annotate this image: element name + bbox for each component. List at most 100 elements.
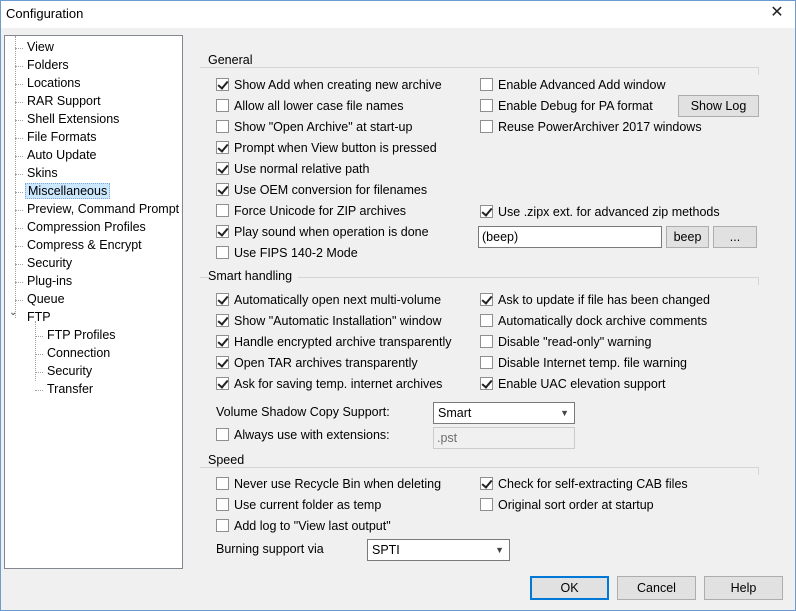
browse-sound-button[interactable]: ...	[713, 226, 757, 248]
checkbox-prompt-when-view-button-is-pressed[interactable]: Prompt when View button is pressed	[216, 140, 437, 157]
tree-item-view[interactable]: View	[25, 39, 56, 56]
tree-item-security[interactable]: Security	[45, 363, 94, 380]
checkbox-force-unicode-for-zip-archives[interactable]: Force Unicode for ZIP archives	[216, 203, 406, 220]
checkbox-box	[480, 78, 493, 91]
checkbox-box	[216, 428, 229, 441]
tree-item-queue[interactable]: Queue	[25, 291, 67, 308]
tree-item-miscellaneous[interactable]: Miscellaneous	[25, 183, 111, 200]
tree-item-locations[interactable]: Locations	[25, 75, 83, 92]
vss-dropdown[interactable]: Smart ▼	[433, 402, 575, 424]
checkbox-label: Original sort order at startup	[498, 498, 654, 512]
checkbox-box	[216, 78, 229, 91]
checkbox-use-current-folder-as-temp[interactable]: Use current folder as temp	[216, 497, 381, 514]
checkbox-automatically-dock-archive-comments[interactable]: Automatically dock archive comments	[480, 313, 707, 330]
checkbox-use-normal-relative-path[interactable]: Use normal relative path	[216, 161, 369, 178]
checkbox-label: Show "Open Archive" at start-up	[234, 120, 413, 134]
vss-value: Smart	[438, 406, 472, 420]
tree-item-shell-extensions[interactable]: Shell Extensions	[25, 111, 121, 128]
tree-item-file-formats[interactable]: File Formats	[25, 129, 98, 146]
checkbox-label: Ask to update if file has been changed	[498, 293, 710, 307]
tree-item-ftp-profiles[interactable]: FTP Profiles	[45, 327, 118, 344]
tree-item-security[interactable]: Security	[25, 255, 74, 272]
checkbox-box	[480, 477, 493, 490]
tree-item-transfer[interactable]: Transfer	[45, 381, 95, 398]
tree-item-auto-update[interactable]: Auto Update	[25, 147, 99, 164]
checkbox-ask-to-update-if-file-has-been-changed[interactable]: Ask to update if file has been changed	[480, 292, 710, 309]
tree-item-label: FTP Profiles	[47, 328, 116, 342]
tree-connector	[15, 192, 23, 193]
tree-item-label: Queue	[27, 292, 65, 306]
checkbox-play-sound-when-operation-is-done[interactable]: Play sound when operation is done	[216, 224, 429, 241]
tree-item-skins[interactable]: Skins	[25, 165, 60, 182]
checkbox-show-add-when-creating-new-archive[interactable]: Show Add when creating new archive	[216, 77, 442, 94]
tree-item-folders[interactable]: Folders	[25, 57, 71, 74]
checkbox-disable-internet-temp-file-warning[interactable]: Disable Internet temp. file warning	[480, 355, 687, 372]
chevron-down-icon[interactable]: ⌄	[9, 307, 17, 318]
checkbox-enable-advanced-add-window[interactable]: Enable Advanced Add window	[480, 77, 666, 94]
tree-item-compress-encrypt[interactable]: Compress & Encrypt	[25, 237, 144, 254]
tree-connector	[35, 354, 43, 355]
checkbox-check-for-self-extracting-cab-files[interactable]: Check for self-extracting CAB files	[480, 476, 688, 493]
tree-item-plug-ins[interactable]: Plug-ins	[25, 273, 74, 290]
checkbox-open-tar-archives-transparently[interactable]: Open TAR archives transparently	[216, 355, 418, 372]
ok-button[interactable]: OK	[530, 576, 609, 600]
tree-item-label: Preview, Command Prompt	[27, 202, 180, 216]
checkbox-show-open-archive-at-start-up[interactable]: Show "Open Archive" at start-up	[216, 119, 412, 136]
tree-item-label: Skins	[27, 166, 58, 180]
tree-connector	[35, 390, 43, 391]
tree-item-connection[interactable]: Connection	[45, 345, 112, 362]
checkbox-box	[216, 204, 229, 217]
always-use-extensions-checkbox[interactable]: Always use with extensions:	[216, 427, 390, 444]
checkbox-use-zipx-ext-for-advanced-zip-methods[interactable]: Use .zipx ext. for advanced zip methods	[480, 204, 720, 221]
checkbox-ask-for-saving-temp-internet-archives[interactable]: Ask for saving temp. internet archives	[216, 376, 442, 393]
burning-dropdown[interactable]: SPTI ▼	[367, 539, 510, 561]
checkbox-never-use-recycle-bin-when-deleting[interactable]: Never use Recycle Bin when deleting	[216, 476, 441, 493]
show-log-button[interactable]: Show Log	[678, 95, 759, 117]
beep-button[interactable]: beep	[666, 226, 709, 248]
checkbox-reuse-powerarchiver-2017-windows[interactable]: Reuse PowerArchiver 2017 windows	[480, 119, 702, 136]
checkbox-add-log-to-view-last-output[interactable]: Add log to "View last output"	[216, 518, 391, 535]
checkbox-box	[216, 141, 229, 154]
checkbox-original-sort-order-at-startup[interactable]: Original sort order at startup	[480, 497, 654, 514]
checkbox-enable-debug-for-pa-format[interactable]: Enable Debug for PA format	[480, 98, 653, 115]
tree-item-rar-support[interactable]: RAR Support	[25, 93, 103, 110]
tree-connector	[15, 264, 23, 265]
tree-item-compression-profiles[interactable]: Compression Profiles	[25, 219, 148, 236]
chevron-down-icon: ▼	[495, 545, 504, 555]
checkbox-allow-all-lower-case-file-names[interactable]: Allow all lower case file names	[216, 98, 404, 115]
checkbox-box	[480, 498, 493, 511]
close-icon[interactable]: ✕	[766, 2, 788, 24]
tree-connector	[15, 138, 23, 139]
checkbox-label: Handle encrypted archive transparently	[234, 335, 452, 349]
tree-item-label: FTP	[27, 310, 51, 324]
tree-connector	[15, 282, 23, 283]
checkbox-label: Play sound when operation is done	[234, 225, 429, 239]
speed-group-border	[200, 467, 758, 468]
checkbox-box	[216, 225, 229, 238]
checkbox-use-oem-conversion-for-filenames[interactable]: Use OEM conversion for filenames	[216, 182, 427, 199]
tree-item-label: Transfer	[47, 382, 94, 396]
extensions-field[interactable]: .pst	[433, 427, 575, 449]
tree-item-label: RAR Support	[27, 94, 101, 108]
checkbox-box	[480, 99, 493, 112]
general-group-border	[200, 67, 758, 68]
checkbox-label: Reuse PowerArchiver 2017 windows	[498, 120, 702, 134]
checkbox-disable-read-only-warning[interactable]: Disable "read-only" warning	[480, 334, 651, 351]
checkbox-enable-uac-elevation-support[interactable]: Enable UAC elevation support	[480, 376, 665, 393]
help-button[interactable]: Help	[704, 576, 783, 600]
checkbox-handle-encrypted-archive-transparently[interactable]: Handle encrypted archive transparently	[216, 334, 451, 351]
checkbox-label: Enable UAC elevation support	[498, 377, 666, 391]
settings-tree[interactable]: View Folders Locations RAR Support Shell Ext…	[4, 35, 183, 569]
checkbox-show-automatic-installation-window[interactable]: Show "Automatic Installation" window	[216, 313, 442, 330]
tree-item-label: File Formats	[27, 130, 97, 144]
cancel-button[interactable]: Cancel	[617, 576, 696, 600]
checkbox-use-fips-140-2-mode[interactable]: Use FIPS 140-2 Mode	[216, 245, 358, 262]
tree-item-preview-command-prompt[interactable]: Preview, Command Prompt	[25, 201, 181, 218]
sound-file-field[interactable]: (beep)	[478, 226, 662, 248]
tree-item-ftp[interactable]: FTP	[25, 309, 53, 326]
tree-connector	[15, 36, 16, 318]
checkbox-automatically-open-next-multi-volume[interactable]: Automatically open next multi-volume	[216, 292, 441, 309]
general-group-title: General	[208, 53, 259, 67]
checkbox-label: Use normal relative path	[234, 162, 370, 176]
checkbox-label: Always use with extensions:	[234, 428, 390, 442]
